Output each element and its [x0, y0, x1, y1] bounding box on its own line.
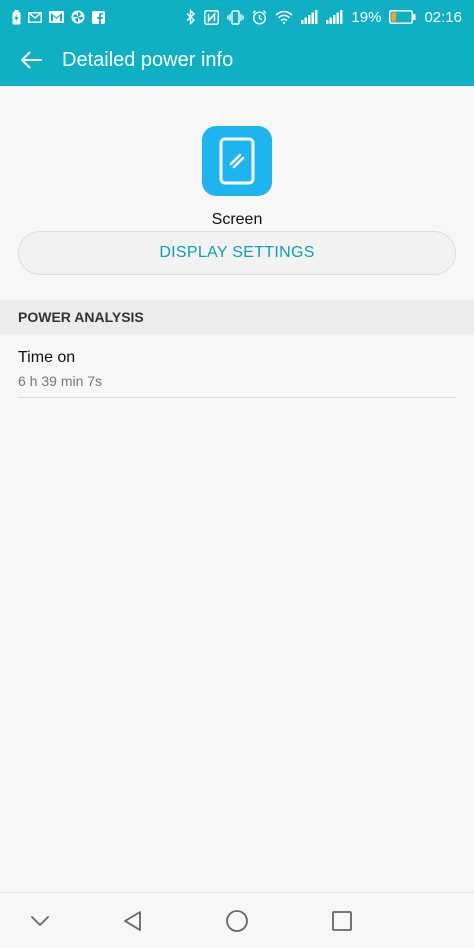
- battery-percent: 19%: [351, 8, 382, 26]
- clock-time: 02:16: [424, 8, 462, 26]
- divider: [18, 397, 456, 398]
- screen-phone-icon: [202, 126, 272, 196]
- app-bar: Detailed power info: [0, 34, 474, 86]
- nfc-icon: [204, 9, 220, 25]
- item-title: Time on: [18, 349, 76, 366]
- section-header-power-analysis: POWER ANALYSIS: [0, 300, 474, 334]
- status-left-icons: [12, 9, 105, 25]
- vibrate-icon: [227, 9, 245, 25]
- status-right-icons: 19% 02:16: [186, 9, 462, 26]
- content-area: Screen DISPLAY SETTINGS POWER ANALYSIS T…: [0, 86, 474, 892]
- alarm-icon: [252, 9, 267, 25]
- nav-home-button[interactable]: [217, 893, 257, 948]
- bluetooth-icon: [186, 9, 196, 25]
- signal-icon: [301, 10, 318, 24]
- display-settings-button[interactable]: DISPLAY SETTINGS: [18, 231, 456, 275]
- recents-square-icon: [331, 910, 353, 932]
- collapse-chevron-icon: [30, 915, 50, 927]
- battery-saver-icon: [12, 9, 21, 25]
- collapse-button[interactable]: [20, 893, 60, 948]
- wifi-icon: [275, 10, 293, 24]
- gmail-icon: [49, 11, 64, 23]
- mail-icon: [28, 11, 42, 23]
- item-value: 6 h 39 min 7s: [18, 373, 103, 389]
- list-item-time-on[interactable]: Time on 6 h 39 min 7s: [0, 336, 474, 398]
- nav-recents-button[interactable]: [322, 893, 362, 948]
- pinwheel-icon: [71, 10, 85, 24]
- navigation-bar: [0, 892, 474, 948]
- home-circle-icon: [225, 909, 249, 933]
- back-button[interactable]: [0, 34, 62, 86]
- battery-icon: [389, 10, 416, 24]
- status-bar: 19% 02:16: [0, 0, 474, 34]
- back-triangle-icon: [122, 910, 142, 932]
- signal-icon: [326, 10, 343, 24]
- app-name: Screen: [211, 211, 263, 228]
- arrow-left-icon: [20, 51, 42, 69]
- nav-back-button[interactable]: [112, 893, 152, 948]
- facebook-icon: [92, 10, 105, 24]
- page-title: Detailed power info: [62, 48, 234, 71]
